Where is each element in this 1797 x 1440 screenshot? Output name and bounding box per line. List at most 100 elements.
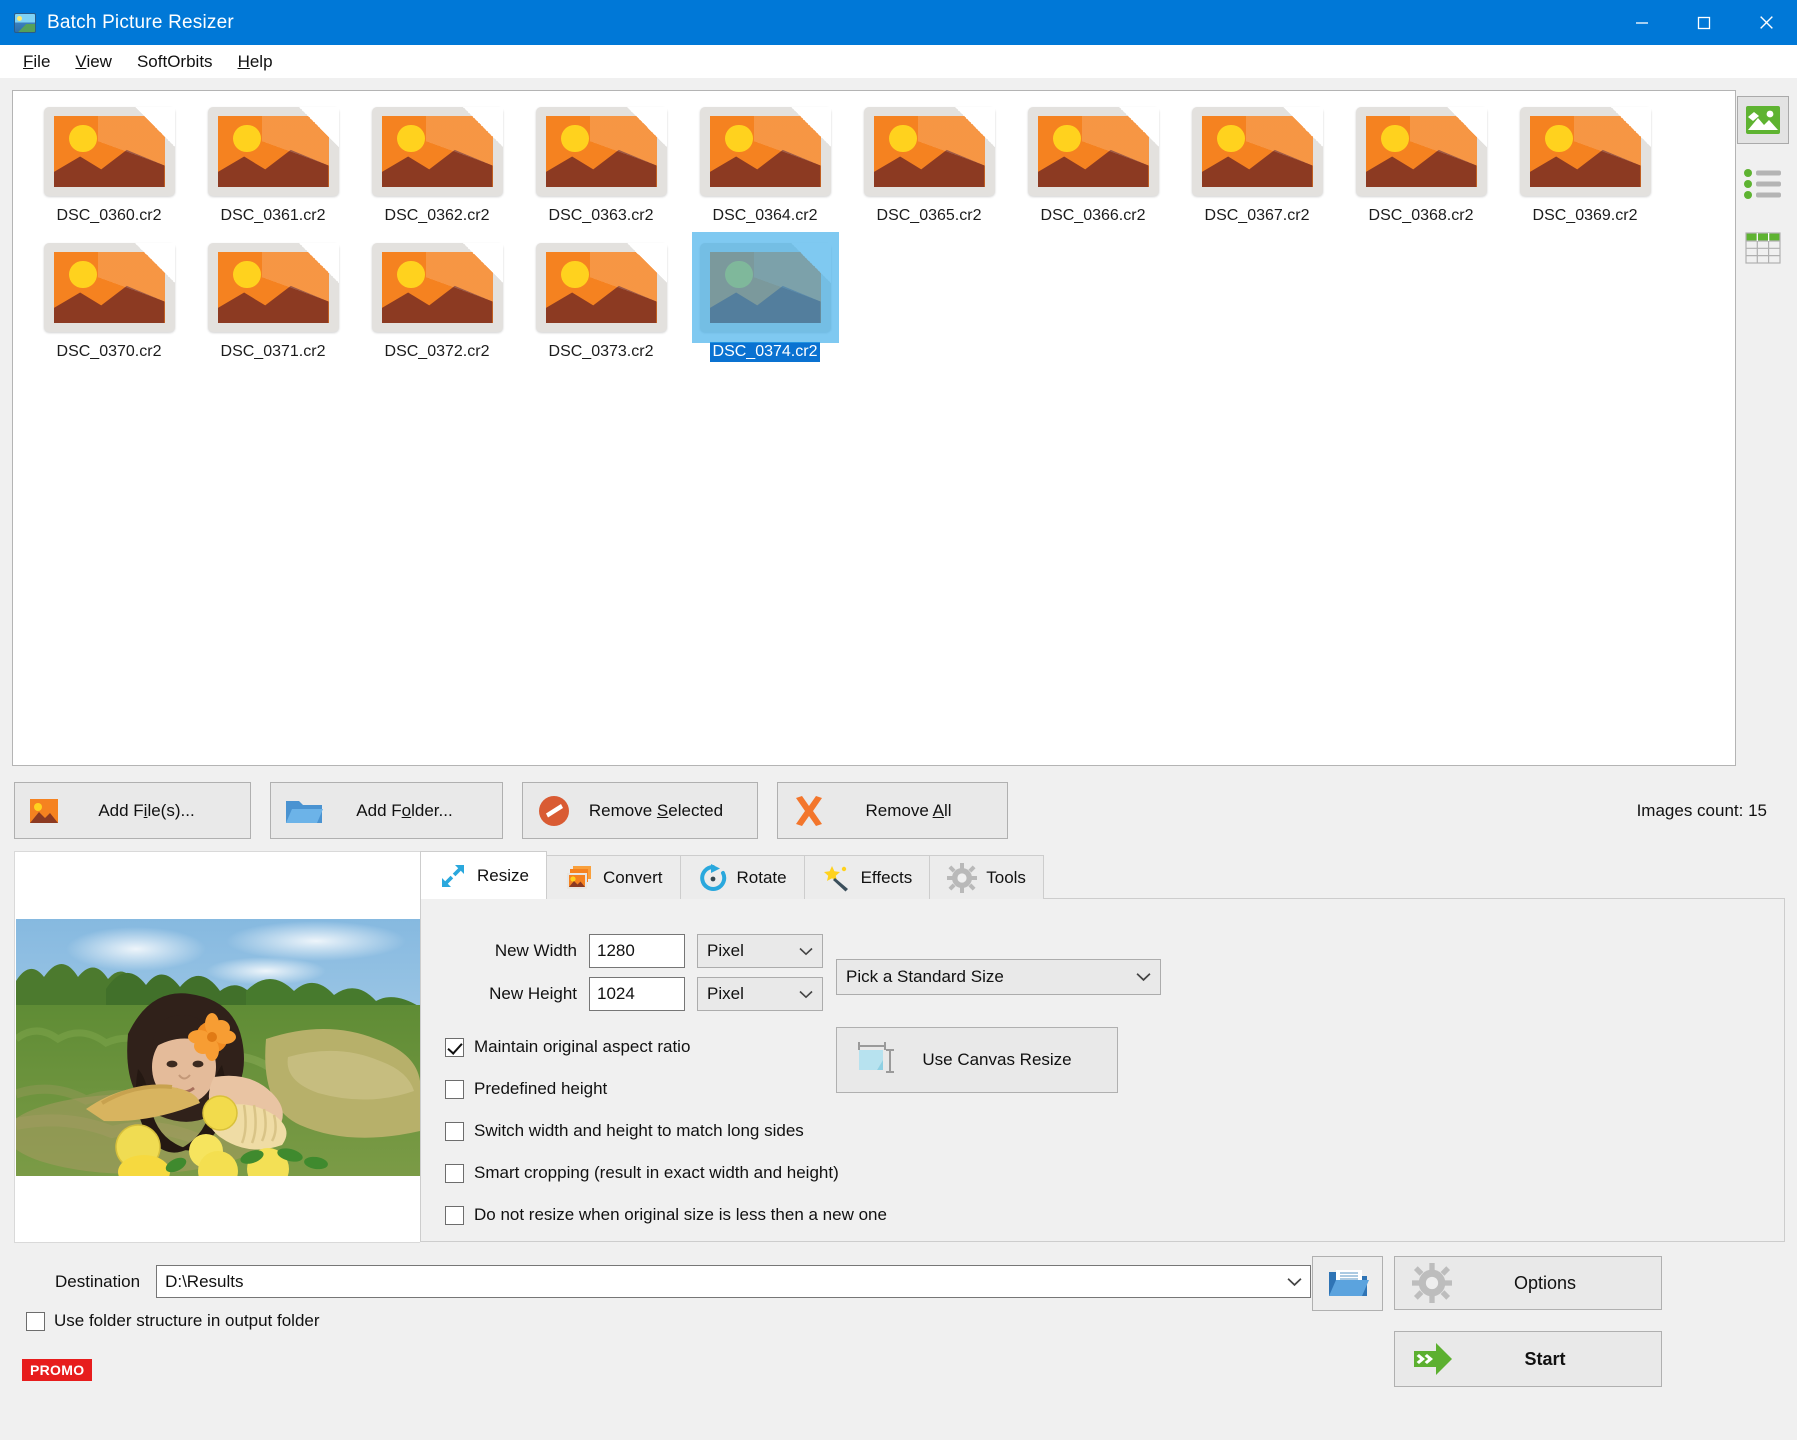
thumbnail-item[interactable]: DSC_0361.cr2: [191, 103, 355, 233]
new-height-unit-select[interactable]: Pixel: [697, 977, 823, 1011]
thumbnail-item[interactable]: DSC_0364.cr2: [683, 103, 847, 233]
thumbnail-image[interactable]: [204, 239, 343, 336]
thumbnail-panel[interactable]: DSC_0360.cr2 DSC_0361.cr2 DSC_0362.cr2 DSC_…: [12, 90, 1737, 766]
thumbnail-item[interactable]: DSC_0371.cr2: [191, 239, 355, 369]
standard-size-select[interactable]: Pick a Standard Size: [836, 959, 1161, 995]
new-width-unit-select[interactable]: Pixel: [697, 934, 823, 968]
browse-destination-button[interactable]: [1312, 1256, 1383, 1311]
add-folder-label: Add Folder...: [356, 800, 453, 820]
thumbnail-image[interactable]: [368, 239, 507, 336]
chevron-down-icon: [799, 984, 813, 1004]
close-icon[interactable]: [1735, 0, 1797, 45]
thumbnail-item[interactable]: DSC_0365.cr2: [847, 103, 1011, 233]
thumbnail-label: DSC_0367.cr2: [1204, 207, 1310, 224]
thumbnail-grid: DSC_0360.cr2 DSC_0361.cr2 DSC_0362.cr2 DSC_…: [13, 91, 1735, 375]
thumbnail-image[interactable]: [204, 103, 343, 200]
add-folder-button[interactable]: Add Folder...: [270, 782, 503, 839]
checkbox-predefined-height[interactable]: Predefined height: [445, 1079, 607, 1099]
thumbnail-item[interactable]: DSC_0374.cr2: [683, 232, 847, 369]
thumbnail-item[interactable]: DSC_0363.cr2: [519, 103, 683, 233]
picture-placeholder-icon: [1024, 103, 1163, 200]
new-width-input[interactable]: 1280: [589, 934, 685, 968]
destination-input[interactable]: D:\Results: [156, 1265, 1312, 1298]
thumbnail-item[interactable]: DSC_0362.cr2: [355, 103, 519, 233]
thumbnail-image[interactable]: [1188, 103, 1327, 200]
thumbnail-image[interactable]: [691, 232, 839, 343]
checkbox-switch-width-height-box[interactable]: [445, 1121, 464, 1141]
checkbox-do-not-resize-box[interactable]: [445, 1205, 464, 1225]
tab-convert[interactable]: Convert: [545, 855, 681, 899]
chevron-down-icon: [1136, 967, 1151, 987]
picture-placeholder-icon: [368, 239, 507, 336]
thumbnail-image[interactable]: [368, 103, 507, 200]
window-controls: [1611, 0, 1797, 45]
thumbnail-image[interactable]: [532, 103, 671, 200]
options-label: Options: [1513, 1272, 1577, 1293]
remove-selected-button[interactable]: Remove Selected: [522, 782, 758, 839]
thumbnail-image[interactable]: [860, 103, 999, 200]
thumbnail-image[interactable]: [1024, 103, 1163, 200]
checkbox-use-folder-structure[interactable]: Use folder structure in output folder: [26, 1311, 320, 1331]
picture-placeholder-icon: [532, 103, 671, 200]
thumbnail-image[interactable]: [696, 103, 835, 200]
thumbnail-image[interactable]: [532, 239, 671, 336]
main-body: DSC_0360.cr2 DSC_0361.cr2 DSC_0362.cr2 DSC_…: [0, 78, 1797, 1440]
promo-badge[interactable]: PROMO: [22, 1359, 93, 1381]
checkbox-maintain-aspect-ratio-box[interactable]: [445, 1037, 464, 1057]
thumbnail-image[interactable]: [40, 239, 179, 336]
preview-pane: [14, 851, 420, 1243]
use-canvas-resize-label: Use Canvas Resize: [922, 1050, 1072, 1069]
chevron-down-icon[interactable]: [1287, 1272, 1302, 1292]
thumbnail-view-button[interactable]: [1736, 96, 1789, 144]
thumbnail-item[interactable]: DSC_0367.cr2: [1175, 103, 1339, 233]
thumbnail-label: DSC_0370.cr2: [56, 343, 162, 360]
thumbnail-item[interactable]: DSC_0368.cr2: [1339, 103, 1503, 233]
menu-item-help[interactable]: Help: [227, 48, 284, 76]
checkbox-predefined-height-label: Predefined height: [474, 1079, 608, 1098]
menu-item-softorbits[interactable]: SoftOrbits: [126, 48, 224, 76]
thumbnail-image[interactable]: [40, 103, 179, 200]
new-height-input[interactable]: 1024: [589, 977, 685, 1011]
menu-item-view[interactable]: View: [64, 48, 123, 76]
thumbnail-image[interactable]: [1516, 103, 1655, 200]
tab-resize[interactable]: Resize: [420, 851, 547, 899]
thumbnail-item[interactable]: DSC_0372.cr2: [355, 239, 519, 369]
add-files-button[interactable]: Add File(s)...: [14, 782, 251, 839]
checkbox-switch-width-height[interactable]: Switch width and height to match long si…: [445, 1121, 804, 1141]
list-view-button[interactable]: [1737, 160, 1789, 208]
remove-all-button[interactable]: Remove All: [777, 782, 1008, 839]
thumbnail-item[interactable]: DSC_0366.cr2: [1011, 103, 1175, 233]
thumbnail-item[interactable]: DSC_0360.cr2: [27, 103, 191, 233]
maximize-icon[interactable]: [1673, 0, 1735, 45]
checkbox-do-not-resize[interactable]: Do not resize when original size is less…: [445, 1205, 887, 1225]
view-mode-toolbar: [1736, 90, 1789, 766]
checkbox-predefined-height-box[interactable]: [445, 1079, 464, 1099]
picture-placeholder-icon: [696, 103, 835, 200]
thumbnail-item[interactable]: DSC_0369.cr2: [1503, 103, 1667, 233]
new-height-label: New Height: [489, 984, 577, 1003]
thumbnail-item[interactable]: DSC_0370.cr2: [27, 239, 191, 369]
checkbox-use-folder-structure-box[interactable]: [26, 1311, 45, 1331]
use-canvas-resize-button[interactable]: Use Canvas Resize: [836, 1027, 1118, 1093]
options-button[interactable]: Options: [1394, 1256, 1662, 1310]
minimize-icon[interactable]: [1611, 0, 1673, 45]
checkbox-smart-cropping[interactable]: Smart cropping (result in exact width an…: [445, 1163, 839, 1183]
thumbnail-label: DSC_0364.cr2: [712, 207, 818, 224]
tab-convert-label: Convert: [602, 867, 663, 887]
tab-effects[interactable]: Effects: [803, 855, 931, 899]
thumbnail-label: DSC_0369.cr2: [1532, 207, 1638, 224]
thumbnail-item[interactable]: DSC_0373.cr2: [519, 239, 683, 369]
details-view-button[interactable]: [1737, 224, 1789, 272]
checkbox-smart-cropping-box[interactable]: [445, 1163, 464, 1183]
start-button[interactable]: Start: [1394, 1331, 1662, 1387]
checkbox-maintain-aspect-ratio[interactable]: Maintain original aspect ratio: [445, 1037, 690, 1057]
tab-tools[interactable]: Tools: [929, 855, 1044, 899]
thumbnail-label: DSC_0374.cr2: [709, 342, 821, 362]
thumbnail-label: DSC_0360.cr2: [56, 207, 162, 224]
remove-circle-icon: [539, 795, 569, 826]
remove-selected-label: Remove Selected: [588, 800, 724, 820]
thumbnail-image[interactable]: [1352, 103, 1491, 200]
tab-rotate[interactable]: Rotate: [679, 855, 805, 899]
thumbnail-label: DSC_0368.cr2: [1368, 207, 1474, 224]
menu-item-file[interactable]: File: [12, 48, 61, 76]
